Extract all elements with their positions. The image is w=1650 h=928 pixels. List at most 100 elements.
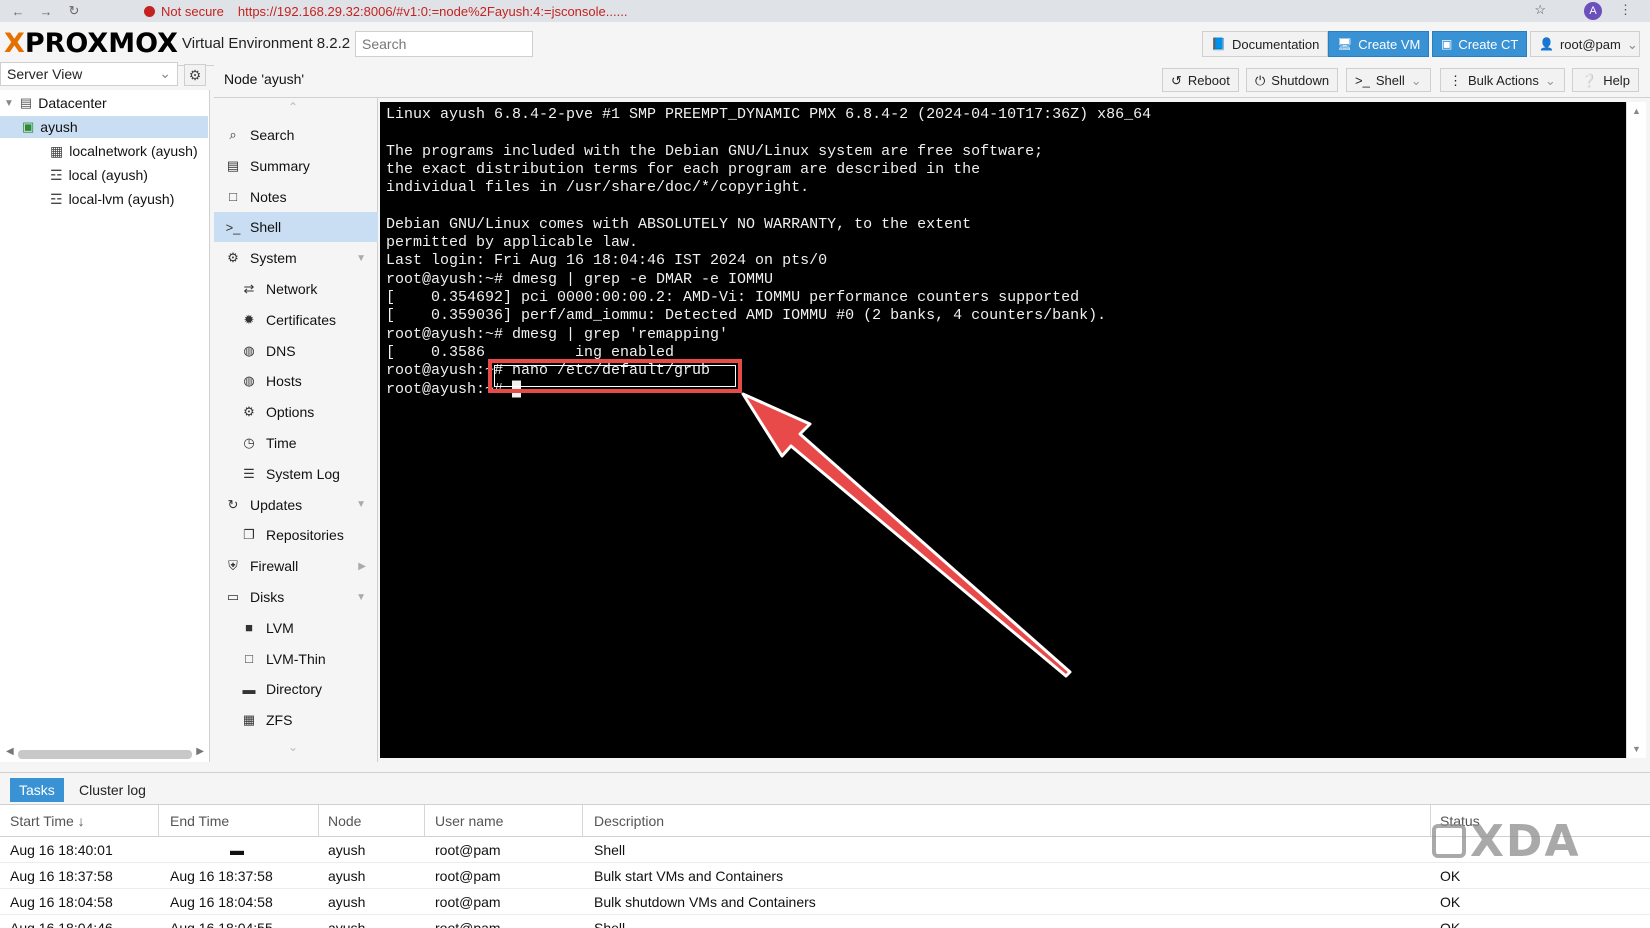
menu-item-shell[interactable]: >_ Shell (214, 212, 378, 243)
tree-datacenter[interactable]: ▼ ▤ Datacenter (4, 92, 208, 114)
cell-node: ayush (328, 894, 366, 910)
drive-icon: ▭ (226, 589, 240, 604)
column-description[interactable]: Description (594, 813, 664, 829)
back-icon[interactable]: ← (8, 4, 28, 19)
expand-toggle-icon[interactable]: ▼ (4, 98, 14, 109)
user-menu-button[interactable]: 👤 root@pam ⌄ (1530, 31, 1640, 57)
scroll-left-icon[interactable]: ◀ (6, 746, 14, 757)
documentation-button[interactable]: 📘 Documentation (1202, 31, 1329, 57)
forward-icon[interactable]: → (36, 4, 56, 19)
menu-item-label: Notes (250, 188, 287, 205)
address-bar[interactable]: https://192.168.29.32:8006/#v1:0:=node%2… (238, 4, 628, 19)
menu-item-lvm-thin[interactable]: □ LVM-Thin (214, 644, 378, 674)
terminal-scrollbar[interactable]: ▲ ▼ (1626, 102, 1646, 758)
cell-node: ayush (328, 920, 366, 928)
list-icon: ☰ (243, 465, 255, 481)
scroll-down-icon[interactable]: ▼ (1632, 744, 1641, 754)
global-search-input[interactable]: Search (355, 31, 533, 57)
bookmark-star-icon[interactable]: ☆ (1534, 2, 1546, 18)
chevron-down-icon: ⌄ (1544, 73, 1556, 88)
cell-user: root@pam (435, 842, 501, 858)
reboot-button[interactable]: ↺ Reboot (1162, 68, 1239, 92)
scroll-up-icon[interactable]: ▲ (1632, 106, 1641, 116)
column-node[interactable]: Node (328, 813, 361, 829)
scroll-right-icon[interactable]: ▶ (196, 746, 204, 757)
column-start-time[interactable]: Start Time ↓ (10, 813, 85, 829)
terminal-line: Debian GNU/Linux comes with ABSOLUTELY N… (386, 215, 972, 233)
tree-horizontal-scrollbar[interactable]: ◀ ▶ (6, 746, 204, 760)
cell-end: Aug 16 18:04:58 (170, 894, 273, 910)
menu-item-repositories[interactable]: ❐ Repositories (214, 520, 378, 550)
expand-caret-icon[interactable]: ▼ (356, 499, 366, 510)
menu-item-lvm[interactable]: ■ LVM (214, 613, 378, 643)
column-divider (158, 805, 159, 837)
warning-icon (144, 5, 155, 17)
security-indicator[interactable]: Not secure (144, 4, 224, 19)
menu-item-updates[interactable]: ↻ Updates ▼ (214, 490, 378, 520)
menu-item-firewall[interactable]: ⛨ Firewall ▶ (214, 551, 378, 581)
table-row[interactable]: Aug 16 18:04:58 Aug 16 18:04:58 ayush root@… (0, 889, 1650, 915)
menu-scroll-down-icon[interactable]: ⌄ (288, 740, 298, 754)
monitor-icon: 🖥 (1337, 37, 1353, 51)
menu-item-certificates[interactable]: ✹ Certificates (214, 305, 378, 335)
tree-storage-localnetwork[interactable]: ▦ localnetwork (ayush) (50, 140, 198, 162)
cell-start: Aug 16 18:40:01 (10, 842, 113, 858)
create-ct-button[interactable]: ▣ Create CT (1432, 31, 1528, 57)
menu-item-disks[interactable]: ▭ Disks ▼ (214, 582, 378, 612)
server-view-select[interactable]: Server View ⌄ (0, 62, 178, 86)
reload-icon[interactable]: ↻ (64, 3, 84, 19)
menu-item-hosts[interactable]: ◍ Hosts (214, 366, 378, 396)
terminal-line: root@ayush:~# dmesg | grep -e DMAR -e IO… (386, 270, 774, 288)
terminal-line: [ 0.359036] perf/amd_iommu: Detected AMD… (386, 307, 1107, 325)
menu-item-notes[interactable]: □ Notes (214, 182, 378, 212)
reboot-icon: ↺ (1171, 73, 1182, 88)
tree-node-ayush[interactable]: ▣ ayush (0, 116, 208, 138)
menu-item-label: Search (250, 127, 295, 143)
scrollbar-thumb[interactable] (18, 750, 192, 759)
expand-caret-icon[interactable]: ▼ (356, 592, 366, 603)
menu-item-summary[interactable]: ▤ Summary (214, 151, 378, 181)
menu-item-dns[interactable]: ◍ DNS (214, 336, 378, 366)
monitor-icon[interactable]: ▬ (230, 842, 244, 858)
menu-item-label: Time (266, 435, 297, 451)
menu-item-directory[interactable]: ▬ Directory (214, 674, 378, 704)
chevron-down-icon: ⌄ (1626, 37, 1638, 52)
menu-item-system[interactable]: ⚙ System ▼ (214, 243, 378, 273)
expand-caret-icon[interactable]: ▼ (356, 253, 366, 264)
tree-storage-local[interactable]: ☲ local (ayush) (50, 164, 148, 186)
column-user-name[interactable]: User name (435, 813, 503, 829)
shutdown-button[interactable]: ⏻ Shutdown (1246, 68, 1339, 92)
cell-user: root@pam (435, 920, 501, 928)
help-button[interactable]: ❔ Help (1572, 68, 1639, 92)
menu-item-network[interactable]: ⇄ Network (214, 274, 378, 304)
tree-storage-local-lvm[interactable]: ☲ local-lvm (ayush) (50, 188, 174, 210)
create-vm-button[interactable]: 🖥 Create VM (1328, 31, 1430, 57)
menu-item-search[interactable]: ⌕ Search (214, 120, 378, 150)
profile-avatar[interactable]: A (1584, 2, 1602, 20)
view-settings-gear-icon[interactable]: ⚙ (184, 64, 206, 86)
table-row[interactable]: Aug 16 18:40:01 ayush root@pam Shell ▬ (0, 837, 1650, 863)
shell-terminal[interactable]: Linux ayush 6.8.4-2-pve #1 SMP PREEMPT_D… (380, 102, 1626, 758)
menu-item-label: LVM (266, 619, 294, 636)
menu-item-zfs[interactable]: ▦ ZFS (214, 705, 378, 735)
datacenter-icon: ▤ (19, 95, 33, 110)
node-title: Node 'ayush' (224, 71, 305, 87)
tab-tasks[interactable]: Tasks (10, 778, 64, 802)
menu-scroll-up-icon[interactable]: ⌃ (288, 100, 298, 114)
expand-caret-icon[interactable]: ▶ (358, 561, 366, 572)
xda-watermark: XDA (1432, 816, 1581, 867)
highlight-box (488, 359, 742, 393)
menu-item-time[interactable]: ◷ Time (214, 428, 378, 458)
tab-cluster-log[interactable]: Cluster log (70, 778, 155, 802)
table-row[interactable]: Aug 16 18:04:46 Aug 16 18:04:55 ayush root@… (0, 915, 1650, 928)
table-row[interactable]: Aug 16 18:37:58 Aug 16 18:37:58 ayush root@… (0, 863, 1650, 889)
refresh-icon: ↻ (227, 496, 239, 512)
resource-tree: ▼ ▤ Datacenter ▣ ayush ▦ localnetwork (a… (0, 90, 210, 762)
menu-item-system-log[interactable]: ☰ System Log (214, 459, 378, 489)
menu-item-options[interactable]: ⚙ Options (214, 397, 378, 427)
column-end-time[interactable]: End Time (170, 813, 229, 829)
browser-menu-icon[interactable]: ⋮ (1619, 2, 1632, 18)
shell-button[interactable]: >_ Shell ⌄ (1346, 68, 1431, 92)
cell-end: Aug 16 18:37:58 (170, 868, 273, 884)
bulk-actions-button[interactable]: ⋮ Bulk Actions ⌄ (1440, 68, 1565, 92)
